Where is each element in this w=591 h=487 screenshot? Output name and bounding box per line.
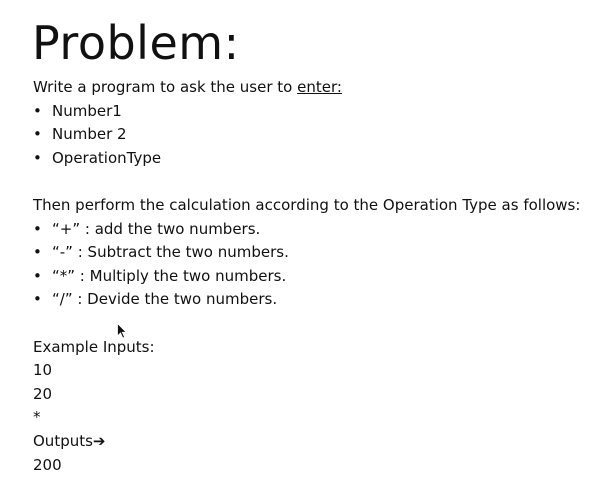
input-item-label: OperationType bbox=[52, 148, 162, 167]
list-item: • “/” : Devide the two numbers. bbox=[33, 288, 580, 312]
list-item: • “+” : add the two numbers. bbox=[33, 218, 580, 242]
operation-label: “/” : Devide the two numbers. bbox=[52, 290, 278, 309]
intro-underlined-text: enter: bbox=[297, 78, 342, 96]
example-input-value: 20 bbox=[33, 384, 53, 403]
example-label: Example Inputs: bbox=[33, 337, 155, 356]
slide: Problem: Write a program to ask the user… bbox=[0, 0, 591, 487]
outputs-line: Outputs➔ bbox=[33, 430, 580, 454]
bullet-icon: • bbox=[33, 266, 42, 285]
list-item: • OperationType bbox=[33, 147, 580, 171]
page-title: Problem: bbox=[32, 16, 240, 70]
bullet-icon: • bbox=[33, 148, 42, 167]
input-item-label: Number1 bbox=[52, 101, 122, 120]
operation-label: “+” : add the two numbers. bbox=[52, 219, 261, 238]
bullet-icon: • bbox=[33, 101, 42, 120]
bullet-icon: • bbox=[33, 290, 42, 309]
list-item: • “-” : Subtract the two numbers. bbox=[33, 241, 580, 265]
problem-content: Write a program to ask the user to enter… bbox=[33, 76, 580, 477]
intro-line: Write a program to ask the user to enter… bbox=[33, 76, 580, 100]
intro-text: Write a program to ask the user to bbox=[33, 78, 298, 96]
input-item-label: Number 2 bbox=[52, 125, 127, 144]
list-item: • Number1 bbox=[33, 100, 580, 124]
example-input-value: * bbox=[33, 408, 41, 427]
list-item: • “*” : Multiply the two numbers. bbox=[33, 265, 580, 289]
calc-intro: Then perform the calculation according t… bbox=[33, 195, 581, 214]
bullet-icon: • bbox=[33, 219, 42, 238]
bullet-icon: • bbox=[33, 125, 42, 144]
mouse-pointer-icon bbox=[117, 323, 127, 339]
list-item: • Number 2 bbox=[33, 123, 580, 147]
operation-label: “-” : Subtract the two numbers. bbox=[52, 243, 289, 262]
example-input-value: 10 bbox=[33, 361, 53, 380]
outputs-label: Outputs bbox=[33, 431, 93, 450]
example-output-value: 200 bbox=[33, 455, 62, 474]
operation-label: “*” : Multiply the two numbers. bbox=[52, 266, 287, 285]
right-arrow-icon: ➔ bbox=[92, 431, 106, 450]
bullet-icon: • bbox=[33, 243, 42, 262]
